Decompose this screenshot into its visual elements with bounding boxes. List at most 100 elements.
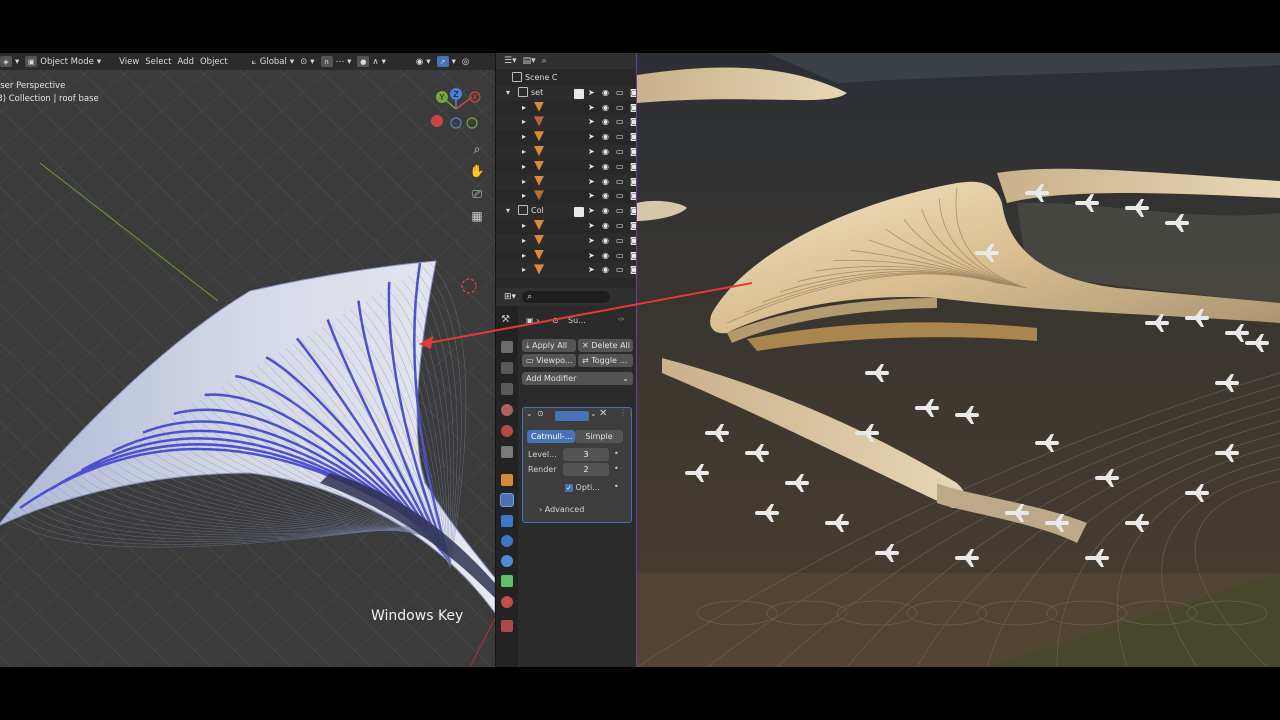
select-arrow-icon[interactable]: ➤: [588, 103, 598, 113]
scene-tab-icon[interactable]: [501, 404, 513, 416]
viewport-vis-button[interactable]: ▭ Viewpo...: [522, 354, 576, 367]
particles-tab-icon[interactable]: [501, 515, 513, 527]
output-tab-icon[interactable]: [501, 362, 513, 374]
modifier-dropdown-icon[interactable]: ⌄: [590, 409, 597, 418]
search-icon[interactable]: ⌕: [542, 56, 547, 66]
eye-icon[interactable]: ◉: [602, 251, 612, 261]
editor-type-button[interactable]: ◈ ▾: [0, 56, 19, 67]
select-arrow-icon[interactable]: ➤: [588, 147, 598, 157]
delete-all-button[interactable]: ✕ Delete All: [578, 339, 633, 352]
outliner-row[interactable]: ▾set➤◉▭◙: [496, 85, 636, 101]
modifier-name-field[interactable]: [555, 411, 589, 421]
keyframe-dot-icon[interactable]: •: [614, 482, 619, 491]
gizmo-neg-x[interactable]: [431, 115, 443, 127]
outliner-row[interactable]: ▸➤◉▭◙: [496, 160, 636, 175]
monitor-icon[interactable]: ▭: [616, 147, 626, 157]
checkbox-icon[interactable]: [574, 207, 584, 218]
outliner-row[interactable]: ▸➤◉▭◙: [496, 189, 636, 204]
eye-icon[interactable]: ◉: [602, 265, 612, 275]
checkbox-icon[interactable]: [574, 88, 584, 99]
mode-dropdown[interactable]: ▣ Object Mode ▾: [25, 56, 101, 67]
monitor-icon[interactable]: ▭: [616, 265, 626, 275]
collapse-chevron-icon[interactable]: ⌄: [526, 409, 533, 418]
monitor-icon[interactable]: ▭: [616, 162, 626, 172]
display-mode-icon[interactable]: ▤▾: [523, 56, 536, 66]
select-arrow-icon[interactable]: ➤: [588, 191, 598, 201]
proportional-edit-toggle[interactable]: ● ∧ ▾: [357, 56, 386, 67]
expand-arrow-icon[interactable]: ▸: [522, 191, 526, 200]
select-arrow-icon[interactable]: ➤: [588, 88, 598, 98]
expand-arrow-icon[interactable]: ▸: [522, 221, 526, 230]
outliner-row[interactable]: ▸➤◉▭◙: [496, 174, 636, 190]
select-arrow-icon[interactable]: ➤: [588, 177, 598, 187]
monitor-icon[interactable]: ▭: [616, 132, 626, 142]
eye-icon[interactable]: ◉: [602, 206, 612, 216]
visibility-dropdown[interactable]: ◉ ▾: [416, 57, 431, 67]
outliner-row[interactable]: ▸➤◉▭◙: [496, 233, 636, 249]
expand-arrow-icon[interactable]: ▸: [522, 162, 526, 171]
outliner-row[interactable]: ▸➤◉▭◙: [496, 101, 636, 116]
gizmo-neg-y[interactable]: [466, 117, 478, 129]
monitor-icon[interactable]: ▭: [616, 117, 626, 127]
select-arrow-icon[interactable]: ➤: [588, 265, 598, 275]
overlay-toggle[interactable]: ◎: [462, 57, 469, 67]
outliner-row[interactable]: ▸➤◉▭◙: [496, 263, 636, 279]
monitor-icon[interactable]: ▭: [616, 221, 626, 231]
modifier-wrench-icon[interactable]: [500, 493, 514, 507]
outliner-row[interactable]: ▸➤◉▭◙: [496, 219, 636, 234]
menu-object[interactable]: Object: [200, 57, 228, 67]
roof-mesh[interactable]: [0, 260, 495, 614]
optimal-display-checkbox[interactable]: ✓ Opti...: [565, 483, 600, 492]
expand-arrow-icon[interactable]: ▾: [506, 88, 510, 97]
expand-arrow-icon[interactable]: ▸: [522, 236, 526, 245]
gizmo-toggle[interactable]: ↗ ▾: [436, 56, 456, 67]
properties-search-icon[interactable]: ⌕: [522, 291, 611, 303]
zoom-icon[interactable]: ⌕: [469, 141, 485, 157]
texture-tab-icon[interactable]: [501, 620, 513, 632]
expand-arrow-icon[interactable]: ▸: [522, 117, 526, 126]
simple-button[interactable]: Simple: [575, 430, 623, 443]
outliner-row[interactable]: ▾Col➤◉▭◙: [496, 204, 636, 220]
expand-arrow-icon[interactable]: ▸: [522, 103, 526, 112]
transform-orientation-dropdown[interactable]: ⟀ Global ▾: [252, 57, 295, 67]
select-arrow-icon[interactable]: ➤: [588, 206, 598, 216]
gizmo-neg-z[interactable]: [450, 117, 462, 129]
properties-editor-icon[interactable]: ⊞▾: [504, 292, 516, 302]
outliner-row[interactable]: ▸➤◉▭◙: [496, 130, 636, 145]
eye-icon[interactable]: ◉: [602, 236, 612, 246]
pivot-dropdown[interactable]: ⊙ ▾: [300, 57, 314, 67]
expand-arrow-icon[interactable]: ▾: [506, 206, 510, 215]
add-modifier-dropdown[interactable]: Add Modifier ⌄: [522, 372, 633, 385]
levels-viewport-field[interactable]: 3: [563, 448, 609, 461]
view-layer-tab-icon[interactable]: [501, 383, 513, 395]
eye-icon[interactable]: ◉: [602, 103, 612, 113]
eye-icon[interactable]: ◉: [602, 132, 612, 142]
eye-icon[interactable]: ◉: [602, 162, 612, 172]
eye-icon[interactable]: ◉: [602, 147, 612, 157]
keyframe-dot-icon[interactable]: •: [614, 449, 619, 458]
select-arrow-icon[interactable]: ➤: [588, 221, 598, 231]
select-arrow-icon[interactable]: ➤: [588, 162, 598, 172]
expand-arrow-icon[interactable]: ▸: [522, 177, 526, 186]
navigation-gizmo[interactable]: Y Z X: [428, 85, 488, 135]
world-tab-icon[interactable]: [501, 425, 513, 437]
eye-icon[interactable]: ◉: [602, 221, 612, 231]
render-levels-field[interactable]: 2: [563, 463, 609, 476]
monitor-icon[interactable]: ▭: [616, 251, 626, 261]
outliner-row[interactable]: ▸➤◉▭◙: [496, 249, 636, 264]
collection-tab-icon[interactable]: [501, 446, 513, 458]
outliner-row[interactable]: ▸➤◉▭◙: [496, 145, 636, 160]
eye-icon[interactable]: ◉: [602, 117, 612, 127]
object-tab-icon[interactable]: [501, 474, 513, 486]
monitor-icon[interactable]: ▭: [616, 103, 626, 113]
monitor-icon[interactable]: ▭: [616, 191, 626, 201]
expand-arrow-icon[interactable]: ▸: [522, 147, 526, 156]
expand-arrow-icon[interactable]: ▸: [522, 265, 526, 274]
expand-arrow-icon[interactable]: ▸: [522, 251, 526, 260]
menu-view[interactable]: View: [119, 57, 139, 67]
select-arrow-icon[interactable]: ➤: [588, 117, 598, 127]
pin-icon[interactable]: ✑: [618, 315, 625, 324]
select-arrow-icon[interactable]: ➤: [588, 236, 598, 246]
3d-cursor[interactable]: [461, 278, 477, 294]
expand-arrow-icon[interactable]: ▸: [522, 132, 526, 141]
